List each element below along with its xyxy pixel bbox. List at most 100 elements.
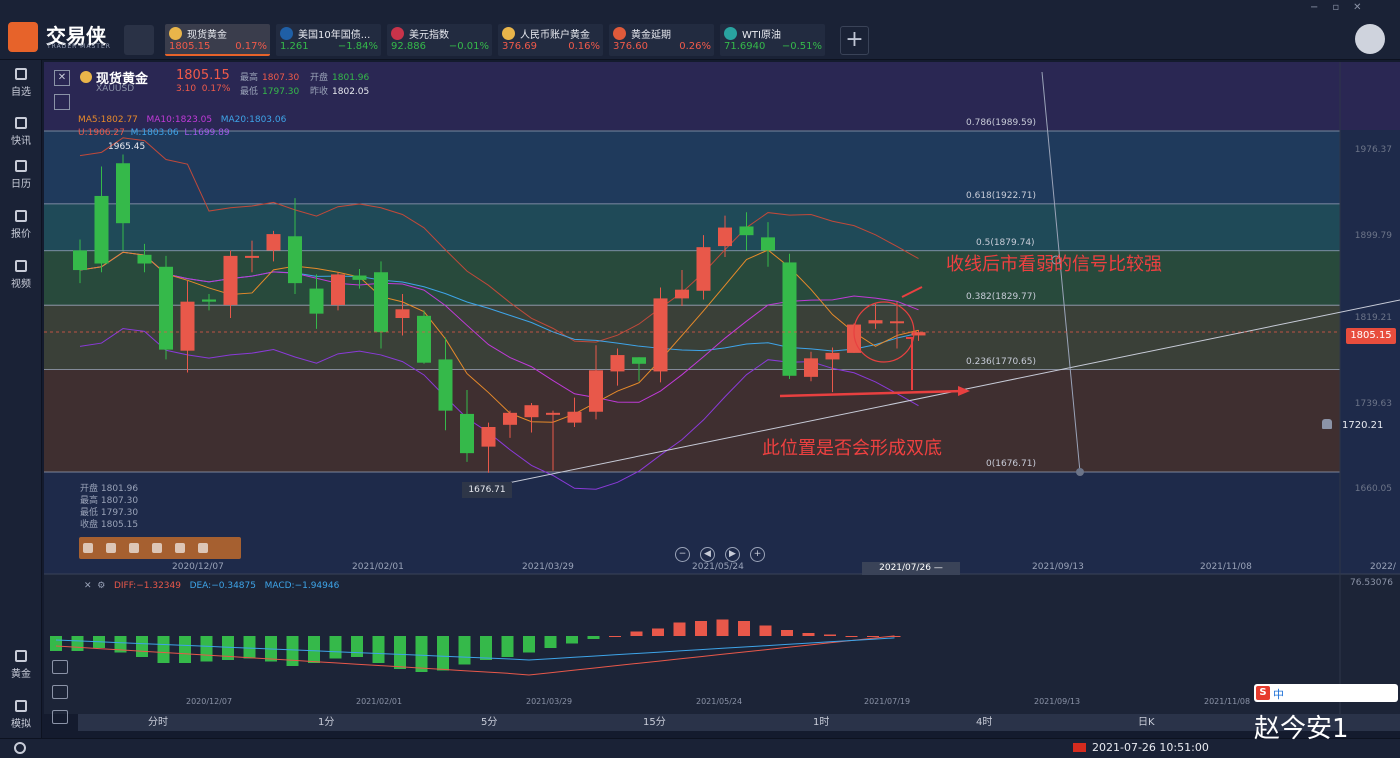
candle[interactable] xyxy=(567,411,582,423)
app-window: 交易侠 TRADER MASTER 现货黄金 1805.15 0.17% 美国10年国… xyxy=(0,0,1400,758)
candle[interactable] xyxy=(94,195,109,264)
candle[interactable] xyxy=(202,299,216,302)
macd-bar xyxy=(781,630,793,636)
candle[interactable] xyxy=(761,237,775,251)
macd-bar xyxy=(501,636,514,657)
lock-icon[interactable] xyxy=(129,543,140,553)
candle[interactable] xyxy=(675,289,689,299)
candle[interactable] xyxy=(696,247,711,291)
candle[interactable] xyxy=(116,163,130,224)
ticker-1[interactable]: 美国10年国债... 1.261 −1.84% xyxy=(276,24,381,56)
settings-icon[interactable] xyxy=(198,543,209,553)
sidebar-item-1[interactable]: 快讯 xyxy=(0,117,42,147)
candle[interactable] xyxy=(137,254,152,264)
ime-logo-icon[interactable]: S xyxy=(1256,686,1270,700)
candle[interactable] xyxy=(610,355,625,372)
timeframe-2[interactable]: 5分 xyxy=(481,714,497,731)
line-style-icon[interactable] xyxy=(106,543,117,553)
ticker-2[interactable]: 美元指数 92.886 −0.01% xyxy=(387,24,492,56)
window-controls[interactable]: −▫✕ xyxy=(1310,2,1376,13)
candle[interactable] xyxy=(868,320,883,324)
candle[interactable] xyxy=(73,250,87,271)
candle[interactable] xyxy=(374,272,388,333)
candle[interactable] xyxy=(395,309,410,319)
chart-panel[interactable] xyxy=(44,62,1400,714)
ticker-price: 92.886 xyxy=(391,41,426,52)
candle[interactable] xyxy=(417,315,431,363)
bell-icon[interactable] xyxy=(1322,419,1332,429)
ticker-3[interactable]: 人民币账户黄金 376.69 0.16% xyxy=(498,24,603,56)
ticker-4[interactable]: 黄金延期 376.60 0.26% xyxy=(609,24,714,56)
macd-bar xyxy=(179,636,191,663)
indicator-icon[interactable] xyxy=(52,710,68,724)
status-datetime: 2021-07-26 10:51:00 xyxy=(1092,741,1209,754)
trash-icon[interactable] xyxy=(175,543,186,553)
ticker-price: 1.261 xyxy=(280,41,309,52)
ime-language[interactable]: 中 xyxy=(1273,686,1284,702)
candle[interactable] xyxy=(546,412,560,415)
candle[interactable] xyxy=(653,298,668,372)
candle[interactable] xyxy=(331,274,345,305)
zoom-in-icon[interactable]: + xyxy=(750,547,765,562)
color-swatch-icon[interactable] xyxy=(83,543,93,553)
grid-menu-button[interactable] xyxy=(124,25,154,55)
candle[interactable] xyxy=(825,352,840,360)
candle[interactable] xyxy=(782,262,797,376)
candle[interactable] xyxy=(890,321,904,324)
candle[interactable] xyxy=(804,358,818,377)
ticker-name: 美元指数 xyxy=(409,30,449,41)
candle[interactable] xyxy=(159,266,173,350)
draw-tool-icon[interactable] xyxy=(54,94,70,110)
timeframe-4[interactable]: 1时 xyxy=(813,714,829,731)
anchor-handle[interactable] xyxy=(1076,468,1084,476)
timeframe-0[interactable]: 分时 xyxy=(148,714,168,731)
sidebar-item-5[interactable]: 黄金 xyxy=(0,650,42,680)
candle[interactable] xyxy=(524,405,539,418)
candle[interactable] xyxy=(460,413,474,454)
candle[interactable] xyxy=(245,255,259,258)
sidebar-item-0[interactable]: 自选 xyxy=(0,68,42,98)
price-alert[interactable]: 1720.21 xyxy=(1322,418,1392,434)
y-axis-label: 1660.05 xyxy=(1354,484,1392,494)
sidebar-item-4[interactable]: 视频 xyxy=(0,260,42,290)
ticker-0[interactable]: 现货黄金 1805.15 0.17% xyxy=(165,24,270,56)
user-avatar[interactable] xyxy=(1355,24,1385,54)
sidebar-item-3[interactable]: 报价 xyxy=(0,210,42,240)
macd-bar xyxy=(738,621,750,636)
candle[interactable] xyxy=(718,227,732,247)
candle[interactable] xyxy=(503,412,517,425)
candle-type-icon[interactable] xyxy=(52,660,68,674)
macd-bar xyxy=(802,633,815,636)
zoom-out-icon[interactable]: − xyxy=(675,547,690,562)
sidebar-item-6[interactable]: 模拟 xyxy=(0,700,42,730)
candle[interactable] xyxy=(481,426,496,447)
prev-icon[interactable]: ◀ xyxy=(700,547,715,562)
close-chart-icon[interactable]: ✕ xyxy=(54,70,70,86)
candle[interactable] xyxy=(180,301,195,351)
candle[interactable] xyxy=(632,357,646,364)
sidebar-item-2[interactable]: 日历 xyxy=(0,160,42,190)
headset-icon[interactable] xyxy=(14,742,26,754)
candle[interactable] xyxy=(589,370,603,412)
candle[interactable] xyxy=(288,236,302,284)
chart-nav-controls: − ◀ ▶ + xyxy=(675,541,775,562)
ticker-name: 黄金延期 xyxy=(631,30,671,41)
candle[interactable] xyxy=(309,288,324,314)
candle[interactable] xyxy=(739,226,754,236)
next-icon[interactable]: ▶ xyxy=(725,547,740,562)
eye-icon[interactable] xyxy=(152,543,163,553)
pen-icon[interactable] xyxy=(52,685,68,699)
candle[interactable] xyxy=(223,255,238,305)
candle[interactable] xyxy=(352,275,367,280)
symbol-price: 1805.15 xyxy=(176,68,230,83)
ticker-5[interactable]: WTI原油 71.6940 −0.51% xyxy=(720,24,825,56)
candle[interactable] xyxy=(266,234,281,251)
timeframe-1[interactable]: 1分 xyxy=(318,714,334,731)
timeframe-5[interactable]: 4时 xyxy=(976,714,992,731)
drawing-toolbar[interactable] xyxy=(79,537,241,559)
timeframe-3[interactable]: 15分 xyxy=(643,714,666,731)
main-chart-svg[interactable] xyxy=(44,62,1400,714)
add-ticker-button[interactable]: + xyxy=(840,26,869,55)
timeframe-6[interactable]: 日K xyxy=(1138,714,1155,731)
candle[interactable] xyxy=(438,359,453,411)
